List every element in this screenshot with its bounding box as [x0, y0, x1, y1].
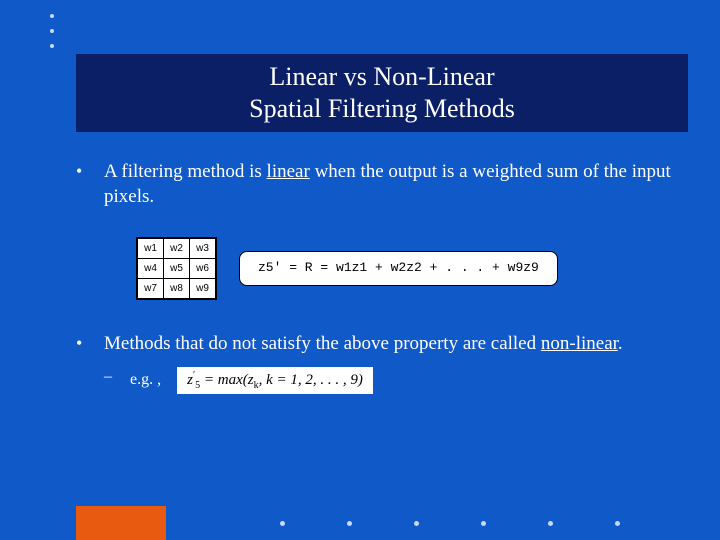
- bullet-linear-keyword: linear: [267, 161, 310, 182]
- weight-cell: w5: [164, 259, 190, 279]
- bullet-nonlinear-pre: Methods that do not satisfy the above pr…: [104, 333, 541, 354]
- weight-cell: w1: [138, 239, 164, 259]
- bullet-nonlinear-keyword: non-linear: [541, 333, 618, 354]
- slide-title: Linear vs Non-Linear Spatial Filtering M…: [76, 54, 688, 132]
- linear-equation: z5' = R = w1z1 + w2z2 + . . . + w9z9: [239, 251, 558, 286]
- subbullet-example: e.g. , z′5 = max(zk, k = 1, 2, . . . , 9…: [104, 367, 672, 394]
- bullet-linear-pre: A filtering method is: [104, 161, 267, 182]
- weight-cell: w3: [190, 239, 216, 259]
- title-line-2: Spatial Filtering Methods: [249, 93, 515, 126]
- decorative-orange-block: [76, 506, 166, 540]
- decorative-dots-top: [50, 14, 54, 48]
- example-label: e.g. ,: [130, 371, 161, 388]
- weight-cell: w8: [164, 279, 190, 299]
- bullet-nonlinear: Methods that do not satisfy the above pr…: [76, 332, 672, 357]
- weight-cell: w7: [138, 279, 164, 299]
- title-line-1: Linear vs Non-Linear: [269, 61, 494, 94]
- figure-row: w1 w2 w3 w4 w5 w6 w7 w8 w9 z5' = R = w1z…: [136, 237, 672, 300]
- decorative-dots-bottom: [280, 521, 620, 526]
- max-equation: z′5 = max(zk, k = 1, 2, . . . , 9): [177, 367, 373, 394]
- bullet-linear: A filtering method is linear when the ou…: [76, 160, 672, 209]
- weight-cell: w2: [164, 239, 190, 259]
- weight-cell: w6: [190, 259, 216, 279]
- weight-grid: w1 w2 w3 w4 w5 w6 w7 w8 w9: [136, 237, 217, 300]
- weight-cell: w9: [190, 279, 216, 299]
- bullet-nonlinear-post: .: [618, 333, 623, 354]
- weight-cell: w4: [138, 259, 164, 279]
- slide-body: A filtering method is linear when the ou…: [76, 160, 672, 394]
